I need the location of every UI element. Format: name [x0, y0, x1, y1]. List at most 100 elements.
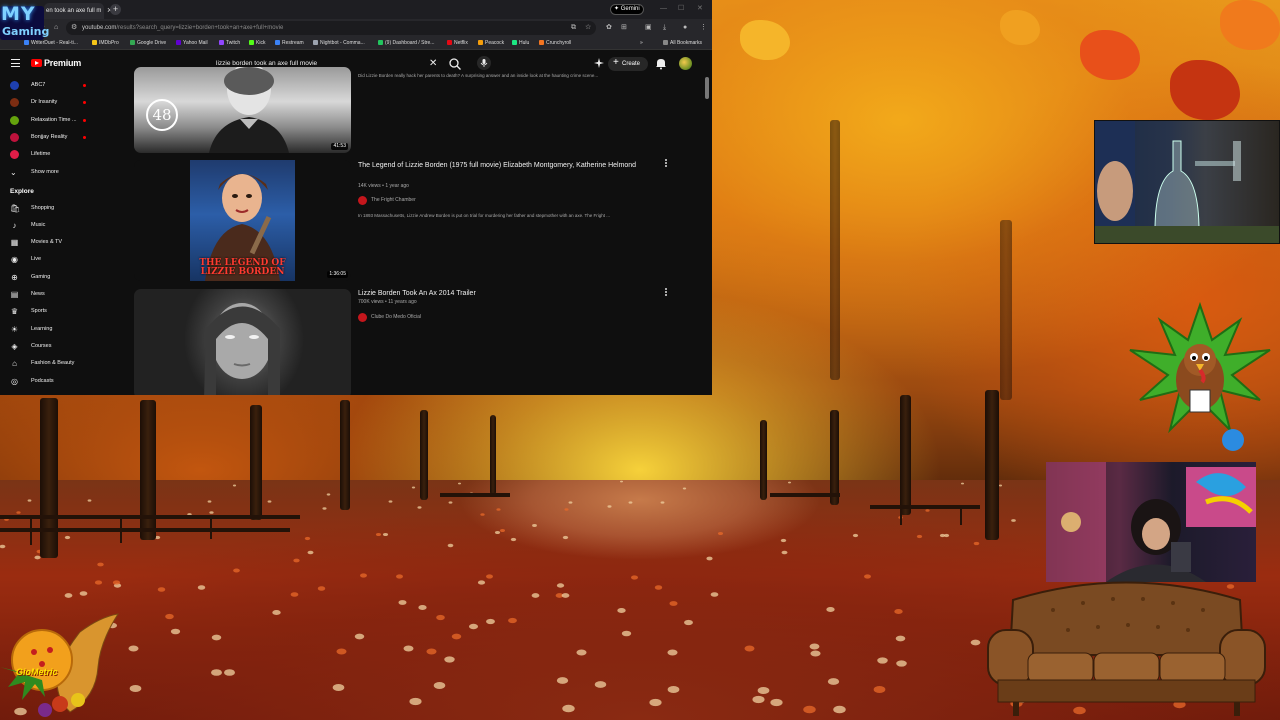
all-bookmarks-link[interactable]: All Bookmarks — [663, 37, 702, 50]
hamburger-menu-icon[interactable] — [11, 59, 20, 67]
window-close-icon[interactable]: ✕ — [697, 3, 703, 15]
subscription-item[interactable]: Lifetime — [0, 146, 100, 163]
fallen-leaf — [232, 568, 240, 573]
bookmark-link[interactable]: (9) Dashboard / Stre... — [378, 37, 434, 50]
turkey-mascot-icon — [1129, 301, 1271, 451]
search-icon[interactable] — [448, 57, 462, 71]
movie-poster: THE LEGEND OF LIZZIE BORDEN — [190, 160, 295, 281]
more-options-icon[interactable] — [665, 288, 668, 297]
bookmark-link[interactable]: Yahoo Mail — [176, 37, 208, 50]
fallen-leaf — [495, 531, 501, 535]
gemini-button[interactable]: ✦ Gemini — [610, 4, 644, 15]
fallen-leaf — [322, 507, 327, 511]
page-scrollbar[interactable] — [705, 77, 709, 99]
more-options-icon[interactable] — [665, 159, 668, 168]
bookmark-link[interactable]: Hulu — [512, 37, 529, 50]
profile-icon[interactable]: ● — [683, 23, 687, 33]
video-thumbnail[interactable]: THE LEGEND OF LIZZIE BORDEN 1:36:05 — [134, 160, 351, 281]
account-avatar[interactable] — [679, 57, 692, 70]
bookmark-link[interactable]: Twitch — [219, 37, 240, 50]
bookmark-favicon-icon — [447, 40, 452, 46]
download-icon[interactable]: ⤓ — [663, 23, 666, 33]
bench-leg — [120, 515, 122, 543]
fallen-leaf — [628, 501, 633, 504]
poster-title: THE LEGEND OF LIZZIE BORDEN — [199, 258, 286, 277]
fallen-leaf — [557, 676, 569, 684]
maximize-icon[interactable]: ☐ — [678, 3, 684, 15]
episode-badge: 48 — [146, 99, 178, 131]
bookmark-link[interactable]: Google Drive — [130, 37, 166, 50]
video-description: Did Lizzie Borden really hack her parent… — [358, 73, 599, 78]
bookmark-link[interactable]: Kick — [249, 37, 265, 50]
fallen-leaf — [375, 532, 382, 537]
explore-item[interactable]: ◈ Courses — [0, 338, 100, 355]
microphone-icon — [480, 59, 488, 67]
video-title[interactable]: Lizzie Borden Took An Ax 2014 Trailer — [358, 288, 648, 299]
explore-item[interactable]: ♪ Music — [0, 217, 100, 234]
explore-item[interactable]: ◎ Podcasts — [0, 373, 100, 390]
fallen-leaf — [757, 686, 770, 694]
video-title[interactable]: The Legend of Lizzie Borden (1975 full m… — [358, 160, 648, 171]
clear-search-icon[interactable]: ✕ — [429, 57, 437, 71]
subscription-item[interactable]: Dr Insanity — [0, 94, 100, 111]
video-thumbnail[interactable] — [134, 289, 351, 395]
explore-item[interactable]: ♛ Sports — [0, 303, 100, 320]
home-icon[interactable]: ⌂ — [54, 23, 58, 33]
tree-trunk — [140, 400, 156, 540]
explore-item[interactable]: ⌂ Fashion & Beauty — [0, 355, 100, 372]
create-button[interactable]: Create — [608, 56, 648, 71]
bookmark-link[interactable]: Crunchyroll — [539, 37, 571, 50]
show-more-button[interactable]: ⌄ Show more — [0, 164, 100, 181]
youtube-header: Premium lizzie borden took an axe full m… — [0, 51, 712, 77]
extension-icon[interactable]: ✿ — [606, 23, 612, 33]
bookmark-link[interactable]: Netflix — [447, 37, 468, 50]
notifications-bell-icon[interactable] — [655, 57, 667, 70]
fallen-leaf — [211, 634, 222, 641]
bookmark-link[interactable]: Restream — [275, 37, 304, 50]
fallen-leaf — [411, 486, 416, 489]
voice-search-button[interactable] — [477, 56, 491, 70]
explore-item[interactable]: ◉ Live — [0, 251, 100, 268]
youtube-brand[interactable]: Premium — [44, 58, 81, 68]
subscription-item[interactable]: ABC7 — [0, 77, 100, 94]
fallen-leaf — [853, 533, 859, 538]
fallen-leaf — [1011, 519, 1016, 523]
fallen-leaf — [403, 645, 414, 652]
subscription-item[interactable]: Relaxation Time ... — [0, 112, 100, 129]
sidepanel-icon[interactable]: ▣ — [645, 23, 652, 33]
park-bench — [0, 528, 290, 532]
sparkle-icon[interactable] — [593, 57, 605, 69]
fallen-leaf — [684, 620, 694, 626]
explore-item[interactable]: ☀ Learning — [0, 321, 100, 338]
explore-item-label: Podcasts — [31, 377, 54, 384]
bookmark-star-icon[interactable]: ☆ — [585, 23, 591, 33]
fallen-leaf — [564, 508, 569, 511]
bookmark-link[interactable]: Peacock — [478, 37, 504, 50]
explore-item[interactable]: ⊕ Gaming — [0, 269, 100, 286]
url-field[interactable]: ⚙ youtube.com/results?search_query=lizzi… — [66, 21, 596, 35]
puzzle-icon[interactable]: ⊞ — [621, 23, 627, 33]
install-app-icon[interactable]: ⧉ — [571, 23, 576, 33]
channel-avatar — [10, 150, 19, 160]
fallen-leaf — [223, 669, 235, 676]
bookmarks-overflow-icon[interactable]: » — [640, 37, 643, 50]
fallen-leaf — [561, 593, 570, 599]
site-info-icon[interactable]: ⚙ — [71, 23, 77, 33]
bench-leg — [30, 515, 32, 545]
bookmark-link[interactable]: Nightbot - Comma... — [313, 37, 365, 50]
park-bench — [770, 493, 840, 497]
explore-item[interactable]: ▦ Movies & TV — [0, 234, 100, 251]
active-tab[interactable]: en took an axe full m — [44, 3, 104, 19]
subscription-item[interactable]: Bonjjay Reality — [0, 129, 100, 146]
explore-item[interactable]: 🛍 Shopping — [0, 200, 100, 217]
menu-kebab-icon[interactable]: ⋮ — [700, 23, 707, 33]
fallen-leaf — [562, 704, 575, 712]
fallen-leaf — [417, 604, 427, 610]
bookmark-link[interactable]: IMDbPro — [92, 37, 119, 50]
new-tab-button[interactable]: + — [110, 4, 121, 15]
fallen-leaf — [706, 556, 713, 561]
video-thumbnail[interactable]: 48 41:53 — [134, 67, 351, 153]
minimize-icon[interactable]: — — [660, 3, 667, 15]
youtube-logo-icon[interactable] — [31, 59, 42, 67]
explore-item[interactable]: ▤ News — [0, 286, 100, 303]
